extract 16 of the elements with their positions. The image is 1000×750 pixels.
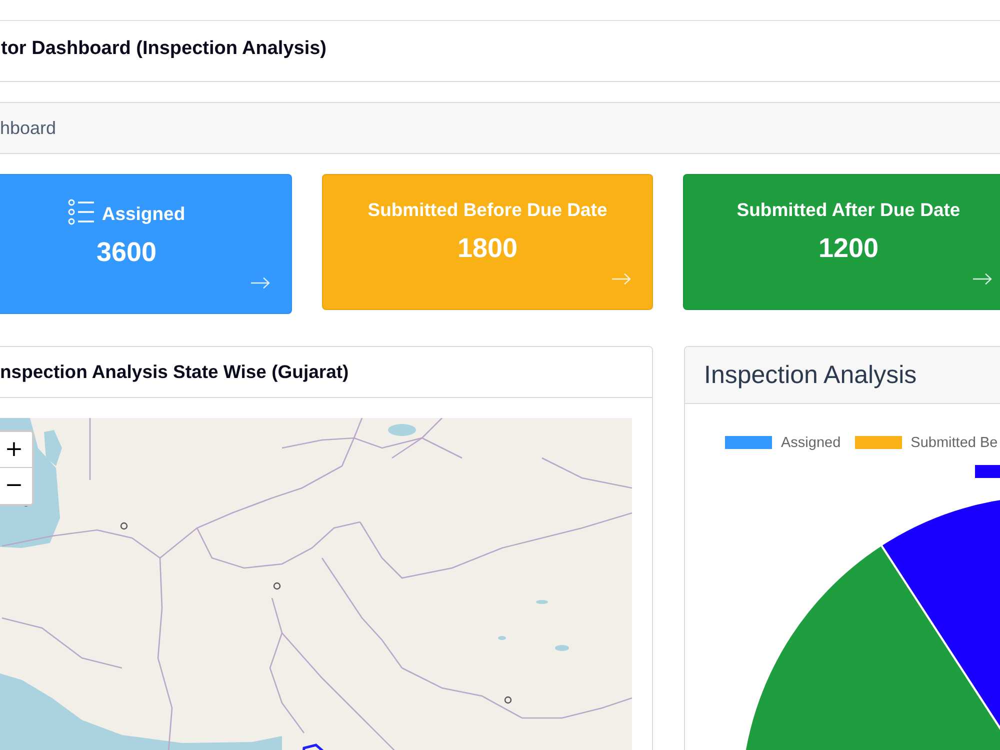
panel-title: Inspection Analysis <box>704 360 917 390</box>
legend-label[interactable]: Assigned <box>781 434 841 450</box>
arrow-right-icon[interactable] <box>612 273 631 285</box>
breadcrumb-item: hboard <box>0 118 56 138</box>
arrow-right-icon[interactable] <box>251 277 270 289</box>
card-value: 1800 <box>457 232 518 265</box>
card-value: 1200 <box>818 232 879 265</box>
zoom-in-button[interactable]: + <box>0 432 32 468</box>
card-title: Assigned <box>102 203 186 225</box>
legend-label[interactable]: Submitted Be <box>910 434 998 450</box>
arrow-right-icon[interactable] <box>973 273 992 285</box>
card-value: 3600 <box>96 236 157 269</box>
panel-title: nspection Analysis State Wise (Gujarat) <box>0 361 349 383</box>
card-title: Submitted After Due Date <box>736 199 960 221</box>
card-title: Submitted Before Due Date <box>368 199 608 221</box>
page-title: tor Dashboard (Inspection Analysis) <box>1 38 327 60</box>
